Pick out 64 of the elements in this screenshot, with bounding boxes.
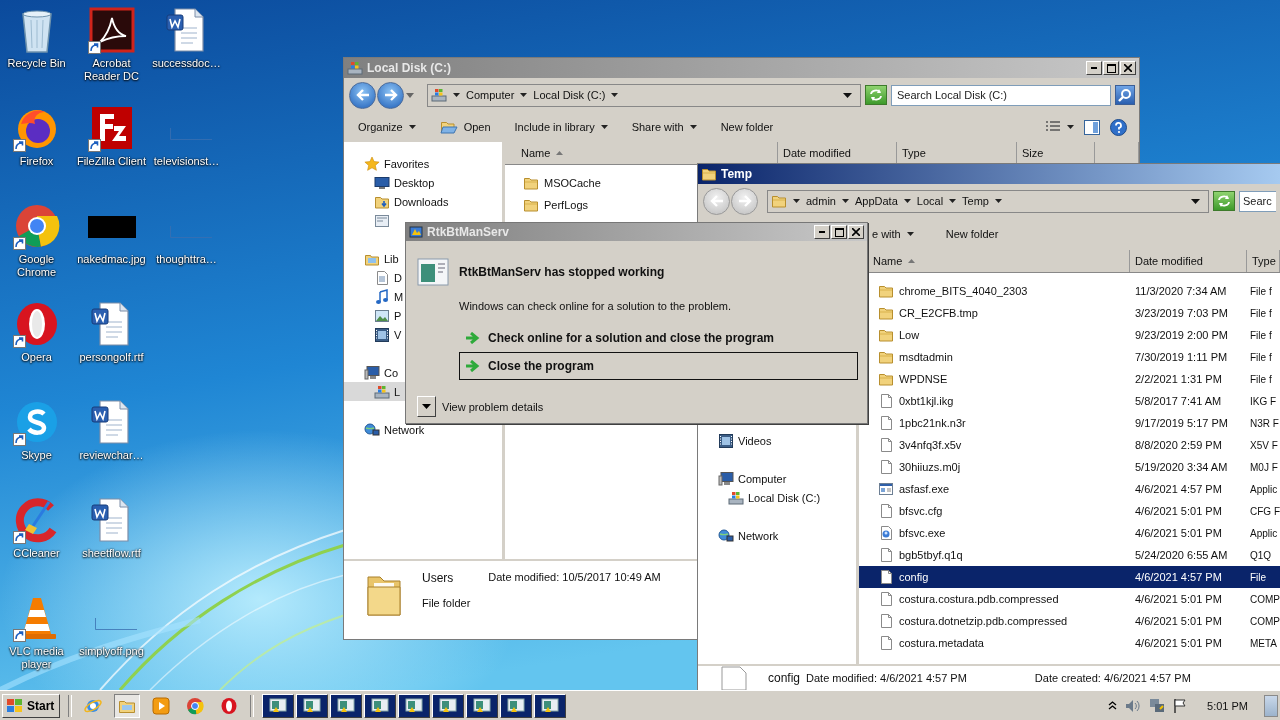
date-modified: 9/23/2019 2:00 PM xyxy=(1134,329,1229,341)
file-name: costura.dotnetzip.pdb.compressed xyxy=(899,615,1068,627)
file-name: config xyxy=(768,671,801,685)
date-modified: 3/23/2019 7:03 PM xyxy=(1134,307,1229,319)
file-name: bfsvc.cfg xyxy=(899,505,943,517)
date-modified: 5/19/2020 3:34 AM xyxy=(1134,461,1229,473)
date-modified: 9/17/2019 5:17 PM xyxy=(1134,417,1229,429)
file-type: X5V F xyxy=(1249,439,1279,451)
dialog-heading: RtkBtManServ has stopped working xyxy=(459,265,665,279)
file-type: File f xyxy=(1249,351,1273,363)
date-modified: 4/6/2021 4:57 PM xyxy=(1134,483,1223,495)
file-property: File folder xyxy=(422,597,471,611)
date-modified: 4/6/2021 5:01 PM xyxy=(1134,505,1223,517)
window-title: Temp xyxy=(721,167,754,181)
file-type: IKG F xyxy=(1249,395,1278,407)
file-name: bgb5tbyf.q1q xyxy=(899,549,963,561)
file-name: costura.metadata xyxy=(899,637,984,649)
file-type: COMP xyxy=(1249,593,1280,605)
file-type: Applic xyxy=(1249,483,1279,495)
file-type: File f xyxy=(1249,373,1273,385)
file-name: 0xbt1kjl.ikg xyxy=(899,395,954,407)
date-modified: 5/8/2017 7:41 AM xyxy=(1134,395,1223,407)
file-property: Date modified: 4/6/2021 4:57 PM xyxy=(806,672,967,684)
file-property: Date created: 4/6/2021 4:57 PM xyxy=(1034,672,1191,684)
date-modified: 5/24/2020 6:55 AM xyxy=(1134,549,1229,561)
file-type: CFG F xyxy=(1249,505,1280,517)
file-type: M0J F xyxy=(1249,461,1279,473)
file-name: WPDNSE xyxy=(899,373,948,385)
file-name: bfsvc.exe xyxy=(899,527,946,539)
date-modified: 11/3/2020 7:34 AM xyxy=(1134,285,1228,297)
file-name: Users xyxy=(422,571,454,587)
file-type: Q1Q xyxy=(1249,549,1273,561)
file-type: File f xyxy=(1249,285,1273,297)
file-name: CR_E2CFB.tmp xyxy=(899,307,978,319)
date-modified: 4/6/2021 5:01 PM xyxy=(1134,615,1223,627)
file-type: META xyxy=(1249,637,1279,649)
file-name: 3v4nfq3f.x5v xyxy=(899,439,962,451)
file-name: config xyxy=(899,571,929,583)
file-name: 30hiiuzs.m0j xyxy=(899,461,961,473)
date-modified: 8/8/2020 2:59 PM xyxy=(1134,439,1223,451)
date-modified: 4/6/2021 5:01 PM xyxy=(1134,637,1223,649)
file-name: msdtadmin xyxy=(899,351,953,363)
file-name: chrome_BITS_4040_2303 xyxy=(899,285,1028,297)
file-name: Low xyxy=(899,329,920,341)
file-type: COMP xyxy=(1249,615,1280,627)
file-type: File f xyxy=(1249,307,1273,319)
file-type: File xyxy=(1249,571,1268,583)
file-name: costura.costura.pdb.compressed xyxy=(899,593,1059,605)
date-modified: 7/30/2019 1:11 PM xyxy=(1134,351,1229,363)
file-type: N3R F xyxy=(1249,417,1280,429)
file-name: 1pbc21nk.n3r xyxy=(899,417,966,429)
file-type: File f xyxy=(1249,329,1273,341)
date-modified: 4/6/2021 5:01 PM xyxy=(1134,593,1223,605)
dialog-message: Windows can check online for a solution to the problem. xyxy=(459,300,733,312)
date-modified: 4/6/2021 4:57 PM xyxy=(1134,571,1223,583)
file-name: PerfLogs xyxy=(544,199,589,211)
date-modified: 2/2/2021 1:31 PM xyxy=(1134,373,1223,385)
window-title: RtkBtManServ xyxy=(427,225,511,239)
file-type: Applic xyxy=(1249,527,1279,539)
date-modified: 4/6/2021 5:01 PM xyxy=(1134,527,1223,539)
file-name: asfasf.exe xyxy=(899,483,950,495)
file-property: Date modified: 10/5/2017 10:49 AM xyxy=(488,571,661,585)
window-title: Local Disk (C:) xyxy=(367,61,452,75)
file-name: MSOCache xyxy=(544,177,601,189)
